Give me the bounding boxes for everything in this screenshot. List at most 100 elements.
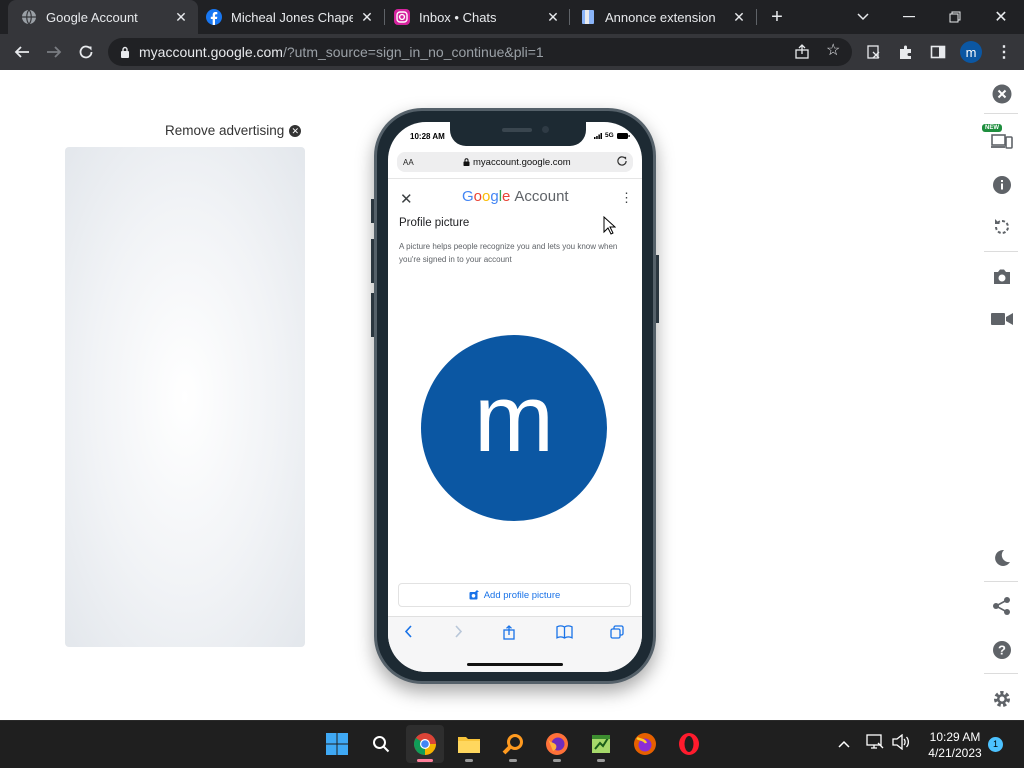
tab-annonce-extension[interactable]: Annonce extension ✕ [580,0,752,34]
minimize-icon[interactable] [886,0,932,34]
close-icon[interactable]: ✕ [400,190,413,208]
account-word: Account [514,188,569,205]
safari-url: myaccount.google.com [473,156,571,168]
restore-icon[interactable] [932,0,978,34]
firefox-icon[interactable] [538,725,576,763]
settings-gear-icon[interactable] [990,687,1014,711]
devices-icon[interactable] [990,128,1014,152]
phone-side-button [371,239,374,283]
document-icon [582,10,594,24]
side-panel-icon[interactable] [924,38,952,66]
phone-side-button [656,255,659,323]
search-magnifier-app-icon[interactable] [494,725,532,763]
safari-address-bar[interactable]: AA myaccount.google.com [397,152,633,172]
taskbar-clock[interactable]: 10:29 AM 4/21/2023 [920,729,990,761]
lock-icon [463,158,470,166]
profile-avatar[interactable]: m [960,41,982,63]
page-title: Profile picture [399,217,470,229]
tab-facebook[interactable]: Micheal Jones Chapel | ✕ [206,0,381,34]
share-icon[interactable] [990,594,1014,618]
tab-title: Google Account [46,9,138,25]
instagram-icon [394,9,410,25]
phone-screen: 10:28 AM 5G AA myaccount.google.com ✕ Go… [388,122,642,672]
close-window-icon[interactable]: ✕ [978,0,1024,34]
chrome-taskbar-icon[interactable] [406,725,444,763]
rail-divider [984,581,1018,582]
phone-status-time: 10:28 AM [410,132,445,141]
safari-share-icon[interactable] [502,625,516,643]
tab-separator [569,9,570,25]
close-circle-icon[interactable] [990,82,1014,106]
windows-taskbar: 10:29 AM 4/21/2023 1 [0,720,1024,768]
tab-title: Inbox • Chats [419,9,497,25]
video-record-icon[interactable] [990,307,1014,331]
notification-badge[interactable]: 1 [988,737,1003,752]
file-explorer-icon[interactable] [450,725,488,763]
url-path: /?utm_source=sign_in_no_continue&pli=1 [282,44,544,60]
browser-toolbar: myaccount.google.com/?utm_source=sign_in… [0,34,1024,70]
tray-overflow-chevron-icon[interactable] [838,735,850,753]
reader-aa-button[interactable]: AA [403,158,414,167]
reload-icon[interactable] [616,155,628,167]
close-tab-icon[interactable]: ✕ [546,10,560,24]
add-profile-picture-label: Add profile picture [483,589,561,601]
advertisement-placeholder [65,147,305,647]
phone-notch [450,122,586,146]
rail-divider [984,673,1018,674]
add-profile-picture-button[interactable]: Add profile picture [398,583,631,607]
volume-icon[interactable] [892,733,910,755]
safari-tabs-icon[interactable] [610,625,624,642]
safari-back-icon[interactable] [404,625,413,641]
lock-icon[interactable] [120,46,130,58]
tab-instagram[interactable]: Inbox • Chats ✕ [394,0,566,34]
tab-separator [384,9,385,25]
tab-title: Annonce extension [605,9,716,25]
share-icon[interactable] [794,44,810,65]
remove-advertising-link[interactable]: Remove advertising ✕ [165,123,302,138]
clock-date: 4/21/2023 [928,746,982,760]
windows-start-icon[interactable] [318,725,356,763]
help-icon[interactable]: ? [990,638,1014,662]
phone-side-button [371,293,374,337]
more-menu-icon[interactable]: ⋮ [990,38,1018,66]
opera-icon[interactable] [670,725,708,763]
more-vert-icon[interactable]: ⋮ [620,190,633,206]
svg-text:?: ? [998,643,1006,658]
google-account-logo: Google Account [462,188,569,205]
safari-forward-icon[interactable] [454,625,463,641]
bookmark-star-icon[interactable]: ☆ [826,43,840,59]
tab-search-chevron-icon[interactable] [840,0,886,34]
dark-mode-moon-icon[interactable] [990,546,1014,570]
facebook-icon [206,9,222,25]
notes-app-icon[interactable] [582,725,620,763]
address-bar[interactable]: myaccount.google.com/?utm_source=sign_in… [108,38,852,66]
network-icon[interactable] [866,734,884,755]
close-tab-icon[interactable]: ✕ [732,10,746,24]
page-content: Remove advertising ✕ 10:28 AM 5G AA myac… [0,70,1024,720]
close-circle-icon[interactable]: ✕ [289,124,302,137]
tab-google-account[interactable]: Google Account ✕ [8,0,198,34]
url-host: myaccount.google.com [139,44,283,60]
translate-extension-icon[interactable] [860,38,888,66]
search-icon[interactable] [362,725,400,763]
phone-mockup: 10:28 AM 5G AA myaccount.google.com ✕ Go… [371,108,659,684]
phone-status-indicators: 5G [594,132,630,139]
close-tab-icon[interactable]: ✕ [174,10,188,24]
safari-bookmarks-icon[interactable] [556,625,573,642]
info-icon[interactable] [990,173,1014,197]
phone-side-button [371,199,374,223]
firefox-secondary-icon[interactable] [626,725,664,763]
new-tab-icon[interactable]: + [754,0,800,34]
rotate-icon[interactable] [990,215,1014,239]
network-type: 5G [605,132,614,139]
profile-avatar-large[interactable]: m [421,335,607,521]
tab-strip: Google Account ✕ Micheal Jones Chapel | … [0,0,1024,34]
extensions-puzzle-icon[interactable] [892,38,920,66]
screenshot-camera-icon[interactable] [990,264,1014,288]
close-tab-icon[interactable]: ✕ [360,10,374,24]
back-icon[interactable] [8,38,36,66]
signal-icon [594,132,602,139]
rail-divider [984,113,1018,114]
reload-icon[interactable] [72,38,100,66]
forward-icon[interactable] [40,38,68,66]
